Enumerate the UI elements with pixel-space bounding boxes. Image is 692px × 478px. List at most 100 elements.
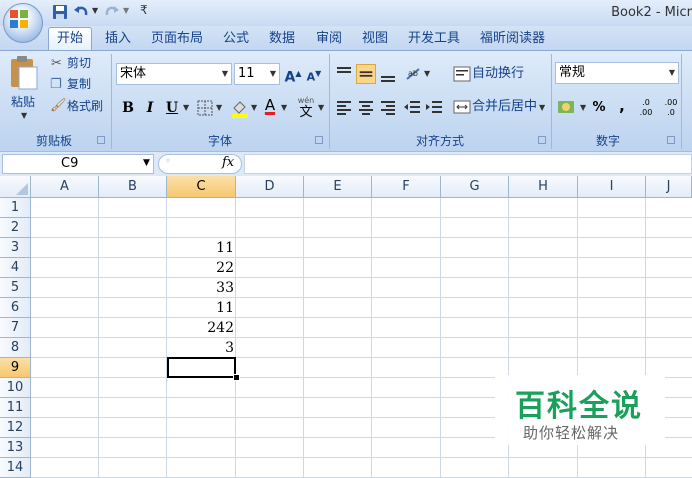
align-left-icon[interactable]: [334, 97, 354, 117]
underline-button[interactable]: U: [162, 97, 182, 119]
column-header-g[interactable]: G: [441, 176, 509, 198]
tab-developer[interactable]: 开发工具: [408, 30, 460, 48]
copy-button[interactable]: 复制: [67, 73, 91, 95]
increase-decimal-icon[interactable]: .0.00: [634, 98, 658, 118]
decrease-decimal-icon[interactable]: .00.0: [659, 98, 683, 118]
expand-handle-icon[interactable]: ◦: [165, 156, 171, 167]
align-top-icon[interactable]: [334, 64, 354, 84]
wrap-text-icon[interactable]: [452, 64, 472, 84]
tab-page-layout[interactable]: 页面布局: [151, 30, 203, 48]
row-header-5[interactable]: 5: [0, 278, 31, 298]
cell-c5[interactable]: 33: [168, 278, 234, 298]
number-format-combo[interactable]: 常规 ▼: [555, 62, 679, 84]
column-header-e[interactable]: E: [304, 176, 372, 198]
font-color-dropdown-icon[interactable]: ▼: [281, 103, 287, 112]
row-header-9[interactable]: 9: [0, 358, 31, 378]
row-header-8[interactable]: 8: [0, 338, 31, 358]
orientation-icon[interactable]: ab: [404, 64, 424, 84]
accounting-format-icon[interactable]: [557, 98, 579, 118]
tab-home[interactable]: 开始: [48, 27, 92, 50]
percent-style-button[interactable]: %: [589, 97, 609, 119]
tab-insert[interactable]: 插入: [105, 30, 131, 48]
cell-c4[interactable]: 22: [168, 258, 234, 278]
column-header-d[interactable]: D: [236, 176, 304, 198]
align-middle-icon[interactable]: [356, 64, 376, 84]
cell-c3[interactable]: 11: [168, 238, 234, 258]
clipboard-dialog-launcher-icon[interactable]: [97, 136, 105, 144]
decrease-indent-icon[interactable]: [402, 97, 422, 117]
bold-button[interactable]: B: [118, 97, 138, 119]
select-all-button[interactable]: [0, 176, 31, 198]
number-dialog-launcher-icon[interactable]: [667, 136, 675, 144]
font-dialog-launcher-icon[interactable]: [315, 136, 323, 144]
cell-c7[interactable]: 242: [168, 318, 234, 338]
phonetic-guide-icon[interactable]: wén 文: [293, 97, 319, 120]
merge-center-icon[interactable]: [452, 97, 472, 117]
row-header-6[interactable]: 6: [0, 298, 31, 318]
format-painter-button[interactable]: 格式刷: [67, 95, 103, 117]
column-header-b[interactable]: B: [99, 176, 167, 198]
column-header-j[interactable]: J: [646, 176, 692, 198]
font-size-combo[interactable]: 11 ▼: [234, 63, 280, 85]
name-box[interactable]: C9: [2, 154, 154, 174]
insert-function-button[interactable]: fx: [222, 155, 234, 170]
formula-input[interactable]: [244, 154, 692, 174]
customize-qat-icon[interactable]: ₹: [140, 3, 148, 17]
orientation-dropdown-icon[interactable]: ▼: [424, 69, 430, 78]
italic-button[interactable]: I: [140, 97, 160, 119]
tab-review[interactable]: 审阅: [316, 30, 342, 48]
redo-dropdown-icon[interactable]: ▼: [123, 6, 129, 15]
cell-c8[interactable]: 3: [168, 338, 234, 358]
row-header-12[interactable]: 12: [0, 418, 31, 438]
borders-icon[interactable]: [196, 99, 214, 117]
paste-dropdown-icon[interactable]: ▼: [21, 111, 27, 120]
row-header-10[interactable]: 10: [0, 378, 31, 398]
undo-icon[interactable]: [73, 4, 89, 20]
undo-dropdown-icon[interactable]: ▼: [92, 6, 98, 15]
paste-button[interactable]: 粘贴: [11, 91, 35, 113]
fill-handle[interactable]: [233, 374, 240, 381]
column-header-f[interactable]: F: [372, 176, 441, 198]
cut-button[interactable]: 剪切: [67, 52, 91, 74]
row-header-7[interactable]: 7: [0, 318, 31, 338]
tab-formulas[interactable]: 公式: [223, 30, 249, 48]
active-cell-selection[interactable]: [167, 357, 236, 378]
row-header-3[interactable]: 3: [0, 238, 31, 258]
tab-foxit-reader[interactable]: 福昕阅读器: [480, 30, 545, 48]
underline-dropdown-icon[interactable]: ▼: [183, 103, 189, 112]
borders-dropdown-icon[interactable]: ▼: [216, 103, 222, 112]
accounting-dropdown-icon[interactable]: ▼: [580, 103, 586, 112]
wrap-text-button[interactable]: 自动换行: [472, 63, 524, 85]
phonetic-dropdown-icon[interactable]: ▼: [318, 103, 324, 112]
decrease-font-size-icon[interactable]: A▼: [304, 63, 324, 85]
redo-icon[interactable]: [104, 4, 120, 20]
paste-icon[interactable]: [9, 55, 39, 91]
row-header-13[interactable]: 13: [0, 438, 31, 458]
increase-font-size-icon[interactable]: A▲: [283, 63, 303, 86]
name-box-dropdown-icon[interactable]: ▼: [143, 158, 150, 168]
align-right-icon[interactable]: [378, 97, 398, 117]
align-center-icon[interactable]: [356, 97, 376, 117]
column-header-h[interactable]: H: [509, 176, 578, 198]
column-header-c[interactable]: C: [167, 176, 236, 198]
alignment-dialog-launcher-icon[interactable]: [538, 136, 546, 144]
merge-center-dropdown-icon[interactable]: ▼: [539, 103, 545, 112]
row-header-1[interactable]: 1: [0, 198, 31, 218]
row-header-4[interactable]: 4: [0, 258, 31, 278]
align-bottom-icon[interactable]: [378, 64, 398, 84]
merge-center-button[interactable]: 合并后居中: [472, 96, 537, 118]
comma-style-button[interactable]: ,: [612, 95, 632, 117]
fill-color-icon[interactable]: [230, 98, 250, 118]
row-header-11[interactable]: 11: [0, 398, 31, 418]
font-color-icon[interactable]: A: [261, 96, 279, 116]
tab-data[interactable]: 数据: [269, 30, 295, 48]
column-header-i[interactable]: I: [578, 176, 646, 198]
cell-c6[interactable]: 11: [168, 298, 234, 318]
tab-view[interactable]: 视图: [362, 30, 388, 48]
increase-indent-icon[interactable]: [424, 97, 444, 117]
fill-color-dropdown-icon[interactable]: ▼: [251, 103, 257, 112]
save-icon[interactable]: [52, 4, 68, 20]
font-name-combo[interactable]: 宋体 ▼: [116, 63, 232, 85]
row-header-2[interactable]: 2: [0, 218, 31, 238]
row-header-14[interactable]: 14: [0, 458, 31, 478]
